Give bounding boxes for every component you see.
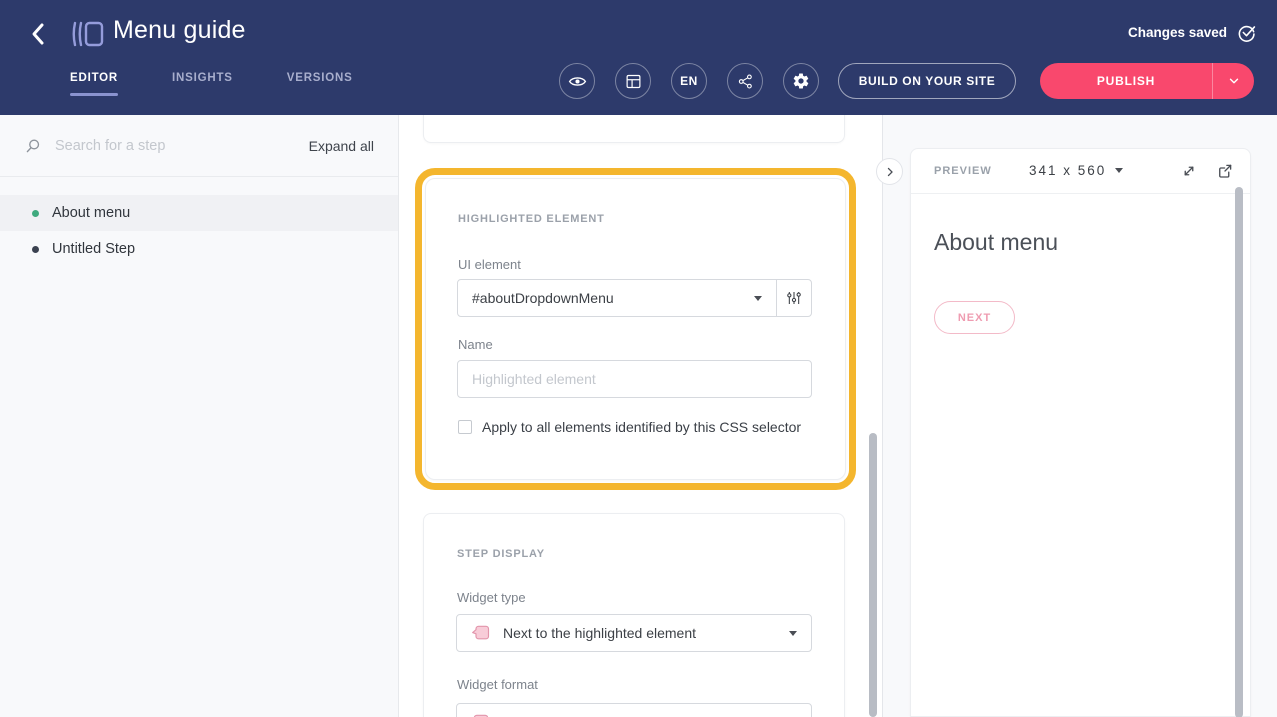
widget-type-select[interactable]: Next to the highlighted element <box>456 614 812 652</box>
step-display-card: STEP DISPLAY Widget type Next to the hig… <box>423 513 845 717</box>
publish-button[interactable]: PUBLISH <box>1040 63 1212 99</box>
step-label: Untitled Step <box>52 241 135 257</box>
changes-saved-label: Changes saved <box>1128 25 1227 40</box>
body-area: Expand all About menu Untitled Step HIGH… <box>0 115 1277 717</box>
apply-all-checkbox-row: Apply to all elements identified by this… <box>458 419 801 435</box>
widget-format-select[interactable]: Light <box>456 703 812 717</box>
apply-all-checkbox-label: Apply to all elements identified by this… <box>482 419 801 435</box>
chevron-left-icon <box>30 22 46 46</box>
gear-icon <box>792 72 810 90</box>
settings-button[interactable] <box>783 63 819 99</box>
step-editor-panel: HIGHLIGHTED ELEMENT UI element #aboutDro… <box>399 115 883 717</box>
collapse-preview-button[interactable] <box>876 158 903 185</box>
widget-format-label: Widget format <box>457 677 538 692</box>
preview-size-value: 341 x 560 <box>1029 163 1106 178</box>
steps-sidebar: Expand all About menu Untitled Step <box>0 115 399 717</box>
top-header: Menu guide Changes saved EDITOR INSIGHTS… <box>0 0 1277 115</box>
header-tabs: EDITOR INSIGHTS VERSIONS <box>70 72 353 96</box>
open-in-new-window-button[interactable] <box>1216 162 1234 185</box>
publish-options-button[interactable] <box>1212 63 1254 99</box>
active-tab-underline <box>70 93 118 96</box>
open-in-new-icon <box>1216 162 1234 180</box>
name-label: Name <box>458 337 493 352</box>
language-label: EN <box>680 74 698 88</box>
widget-type-label: Widget type <box>457 590 526 605</box>
tab-editor-label: EDITOR <box>70 72 118 84</box>
previous-settings-card-partial <box>423 115 845 143</box>
chevron-down-icon <box>1227 74 1241 88</box>
step-list: About menu Untitled Step <box>0 195 398 267</box>
ui-element-select[interactable]: #aboutDropdownMenu <box>458 280 776 316</box>
step-label: About menu <box>52 205 130 221</box>
editor-scrollbar-thumb[interactable] <box>869 433 877 717</box>
ui-element-value: #aboutDropdownMenu <box>472 290 754 306</box>
tab-versions[interactable]: VERSIONS <box>287 72 353 96</box>
check-circle-icon <box>1237 23 1256 42</box>
highlighted-element-name-input[interactable] <box>457 360 812 398</box>
share-icon <box>737 73 754 90</box>
share-button[interactable] <box>727 63 763 99</box>
layout-button[interactable] <box>615 63 651 99</box>
tab-editor[interactable]: EDITOR <box>70 72 118 96</box>
changes-saved-status: Changes saved <box>1128 23 1256 42</box>
chevron-down-icon <box>754 296 762 301</box>
preview-eye-button[interactable] <box>559 63 595 99</box>
section-title: HIGHLIGHTED ELEMENT <box>458 213 605 225</box>
eye-icon <box>568 72 587 91</box>
expand-preview-button[interactable] <box>1180 162 1198 185</box>
app-window: Menu guide Changes saved EDITOR INSIGHTS… <box>0 0 1277 717</box>
step-item-about-menu[interactable]: About menu <box>0 195 398 231</box>
widget-type-value: Next to the highlighted element <box>503 625 789 641</box>
search-step-input[interactable] <box>55 138 309 154</box>
step-item-untitled-step[interactable]: Untitled Step <box>0 231 398 267</box>
apply-all-checkbox[interactable] <box>458 420 472 434</box>
preview-panel: PREVIEW 341 x 560 <box>910 148 1251 717</box>
preview-step-heading: About menu <box>934 229 1058 256</box>
chevron-down-icon <box>789 631 797 636</box>
back-button[interactable] <box>24 19 52 49</box>
section-title: STEP DISPLAY <box>457 548 545 560</box>
preview-header: PREVIEW 341 x 560 <box>911 149 1250 194</box>
tab-insights[interactable]: INSIGHTS <box>172 72 233 96</box>
highlighted-element-card: HIGHLIGHTED ELEMENT UI element #aboutDro… <box>425 178 846 480</box>
ui-element-select-group: #aboutDropdownMenu <box>457 279 812 317</box>
preview-area: PREVIEW 341 x 560 <box>883 115 1277 717</box>
chevron-right-icon <box>884 166 896 178</box>
search-icon <box>24 137 42 155</box>
sliders-icon <box>786 290 802 306</box>
build-on-your-site-button[interactable]: BUILD ON YOUR SITE <box>838 63 1016 99</box>
expand-all-link[interactable]: Expand all <box>309 138 374 154</box>
preview-title: PREVIEW <box>934 165 992 177</box>
header-action-icons: EN <box>559 63 819 99</box>
step-search-row: Expand all <box>0 115 398 177</box>
expand-diagonal-icon <box>1180 162 1198 180</box>
layout-icon <box>625 73 642 90</box>
step-status-dot-green <box>32 210 39 217</box>
tooltip-bubble-icon <box>471 623 491 643</box>
tour-steps-logo-icon <box>70 18 106 50</box>
language-button[interactable]: EN <box>671 63 707 99</box>
selector-settings-button[interactable] <box>776 280 811 316</box>
publish-split-button: PUBLISH <box>1040 63 1254 99</box>
preview-size-select[interactable]: 341 x 560 <box>1029 163 1123 178</box>
tab-insights-label: INSIGHTS <box>172 72 233 84</box>
page-title: Menu guide <box>113 16 246 45</box>
tab-versions-label: VERSIONS <box>287 72 353 84</box>
format-bubble-icon <box>471 712 491 717</box>
step-status-dot-dark <box>32 246 39 253</box>
preview-scrollbar-thumb[interactable] <box>1235 187 1243 717</box>
preview-next-button[interactable]: NEXT <box>934 301 1015 334</box>
ui-element-label: UI element <box>458 257 521 272</box>
highlighted-section-outline: HIGHLIGHTED ELEMENT UI element #aboutDro… <box>415 168 856 490</box>
chevron-down-icon <box>1115 168 1123 173</box>
